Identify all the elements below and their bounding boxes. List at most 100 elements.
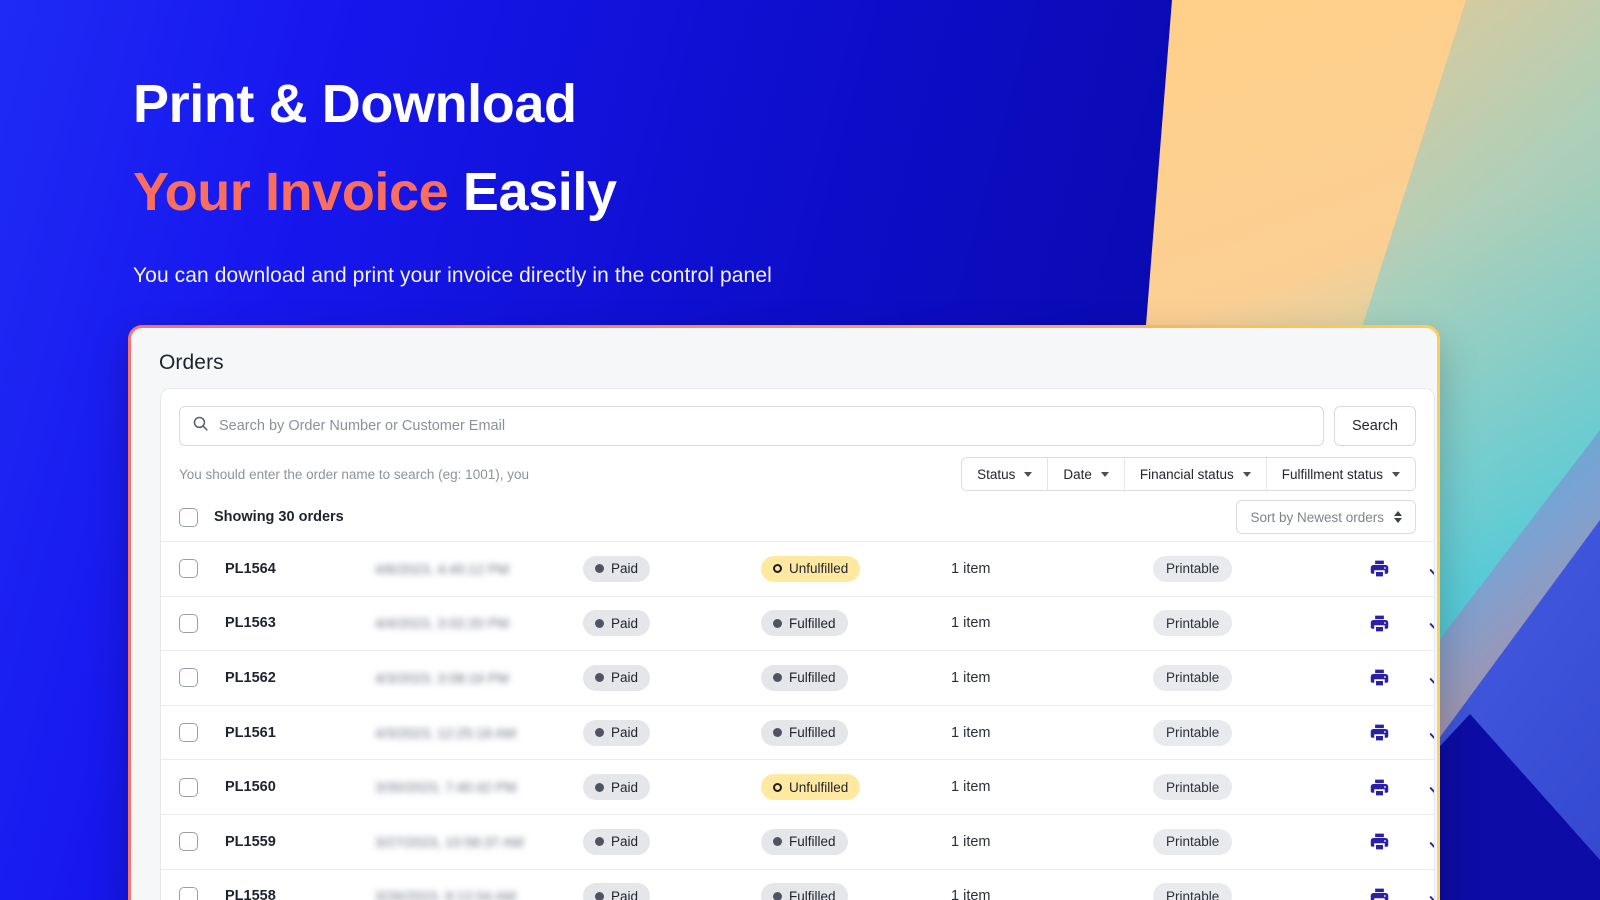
- printer-icon[interactable]: [1369, 722, 1390, 743]
- item-count: 1 item: [951, 669, 991, 686]
- status-badge-financial: Paid: [583, 828, 651, 855]
- financial-status-cell: Paid: [583, 664, 761, 691]
- dot-icon: [773, 837, 782, 847]
- table-row[interactable]: PL1562 4/3/2023, 3:08:16 PM Paid Fulfill…: [161, 651, 1434, 706]
- fulfillment-status-cell: Fulfilled: [761, 828, 951, 855]
- filter-date[interactable]: Date: [1048, 458, 1125, 490]
- print-cell: [1333, 613, 1425, 634]
- search-input[interactable]: Search by Order Number or Customer Email: [179, 406, 1324, 446]
- fulfillment-status-label: Fulfilled: [789, 615, 836, 631]
- fulfillment-status-label: Fulfilled: [789, 888, 836, 900]
- financial-status-cell: Paid: [583, 610, 761, 637]
- sort-select-label: Sort by Newest orders: [1250, 509, 1384, 525]
- hero-title-line-1: Print & Download: [133, 60, 1113, 148]
- fulfillment-status-cell: Fulfilled: [761, 610, 951, 637]
- printable-cell: Printable: [1153, 883, 1333, 900]
- status-badge-financial: Paid: [583, 774, 651, 801]
- search-button[interactable]: Search: [1334, 406, 1416, 446]
- download-arrow-icon[interactable]: [1425, 722, 1434, 744]
- filter-financial-status[interactable]: Financial status: [1124, 458, 1267, 490]
- printer-icon[interactable]: [1369, 831, 1390, 852]
- fulfillment-status-cell: Fulfilled: [761, 719, 951, 746]
- order-id: PL1563: [225, 615, 276, 632]
- table-row[interactable]: PL1564 4/6/2023, 4:45:12 PM Paid Unfulfi…: [161, 542, 1434, 597]
- row-checkbox[interactable]: [179, 668, 198, 688]
- download-arrow-icon[interactable]: [1425, 667, 1434, 689]
- row-checkbox[interactable]: [179, 613, 198, 633]
- sort-select[interactable]: Sort by Newest orders: [1236, 500, 1416, 534]
- download-arrow-icon[interactable]: [1425, 831, 1434, 853]
- order-id: PL1559: [225, 833, 276, 850]
- row-checkbox-cell: [179, 777, 225, 797]
- filter-status-label: Status: [977, 466, 1016, 482]
- table-row[interactable]: PL1563 4/4/2023, 3:02:20 PM Paid Fulfill…: [161, 597, 1434, 652]
- dot-icon: [595, 728, 604, 738]
- printable-badge: Printable: [1153, 664, 1233, 691]
- dot-icon: [773, 673, 782, 683]
- financial-status-cell: Paid: [583, 828, 761, 855]
- chevron-down-icon: [1242, 471, 1251, 477]
- printable-cell: Printable: [1153, 719, 1333, 746]
- dot-icon: [595, 891, 604, 900]
- status-badge-fulfillment: Fulfilled: [761, 883, 848, 900]
- financial-status-cell: Paid: [583, 883, 761, 900]
- table-row[interactable]: PL1558 3/26/2023, 9:12:04 AM Paid Fulfil…: [161, 870, 1434, 900]
- order-id: PL1564: [225, 560, 276, 577]
- printer-icon[interactable]: [1369, 558, 1390, 579]
- row-checkbox[interactable]: [179, 886, 198, 900]
- printer-icon[interactable]: [1369, 886, 1390, 900]
- item-count: 1 item: [951, 779, 991, 796]
- row-checkbox[interactable]: [179, 832, 198, 852]
- financial-status-cell: Paid: [583, 774, 761, 801]
- download-cell: [1425, 667, 1434, 689]
- row-checkbox[interactable]: [179, 559, 198, 579]
- status-badge-financial: Paid: [583, 555, 651, 582]
- row-checkbox[interactable]: [179, 723, 198, 743]
- download-cell: [1425, 885, 1434, 900]
- search-row: Search by Order Number or Customer Email…: [161, 389, 1434, 446]
- filter-status[interactable]: Status: [962, 458, 1049, 490]
- print-cell: [1333, 886, 1425, 900]
- fulfillment-status-label: Fulfilled: [789, 834, 836, 850]
- hero-title-accent: Your Invoice: [133, 162, 449, 222]
- orders-panel: Search by Order Number or Customer Email…: [160, 388, 1435, 900]
- status-badge-fulfillment: Unfulfilled: [761, 555, 861, 582]
- printer-icon[interactable]: [1369, 613, 1390, 634]
- download-arrow-icon[interactable]: [1425, 612, 1434, 634]
- fulfillment-status-label: Fulfilled: [789, 670, 836, 686]
- table-row[interactable]: PL1559 3/27/2023, 10:58:37 AM Paid Fulfi…: [161, 815, 1434, 870]
- table-row[interactable]: PL1560 3/30/2023, 7:40:42 PM Paid Unfulf…: [161, 760, 1434, 815]
- download-arrow-icon[interactable]: [1425, 776, 1434, 798]
- showing-count-label: Showing 30 orders: [214, 509, 344, 525]
- printer-icon[interactable]: [1369, 667, 1390, 688]
- printer-icon[interactable]: [1369, 777, 1390, 798]
- row-checkbox-cell: [179, 886, 225, 900]
- download-arrow-icon[interactable]: [1425, 885, 1434, 900]
- dot-icon: [773, 618, 782, 628]
- printable-badge: Printable: [1153, 610, 1233, 637]
- order-date: 4/6/2023, 4:45:12 PM: [375, 560, 509, 577]
- row-checkbox-cell: [179, 832, 225, 852]
- page-title: Orders: [159, 351, 224, 374]
- order-date: 4/3/2023, 3:08:16 PM: [375, 669, 509, 686]
- status-badge-financial: Paid: [583, 664, 651, 691]
- filter-fulfillment-status[interactable]: Fulfillment status: [1266, 458, 1415, 490]
- table-row[interactable]: PL1561 4/3/2023, 12:25:18 AM Paid Fulfil…: [161, 706, 1434, 761]
- fulfillment-status-cell: Fulfilled: [761, 883, 951, 900]
- select-all-checkbox[interactable]: [179, 507, 198, 527]
- order-id: PL1561: [225, 724, 276, 741]
- order-id: PL1558: [225, 888, 276, 900]
- showing-and-sort-row: Showing 30 orders Sort by Newest orders: [161, 493, 1434, 541]
- download-cell: [1425, 776, 1434, 798]
- dot-icon: [595, 837, 604, 847]
- financial-status-label: Paid: [611, 725, 639, 741]
- status-badge-fulfillment: Fulfilled: [761, 828, 848, 855]
- order-date: 4/3/2023, 12:25:18 AM: [375, 724, 516, 741]
- fulfillment-status-cell: Fulfilled: [761, 664, 951, 691]
- order-id: PL1562: [225, 669, 276, 686]
- printable-cell: Printable: [1153, 774, 1333, 801]
- row-checkbox[interactable]: [179, 777, 198, 797]
- download-arrow-icon[interactable]: [1425, 558, 1434, 580]
- print-cell: [1333, 667, 1425, 688]
- print-cell: [1333, 831, 1425, 852]
